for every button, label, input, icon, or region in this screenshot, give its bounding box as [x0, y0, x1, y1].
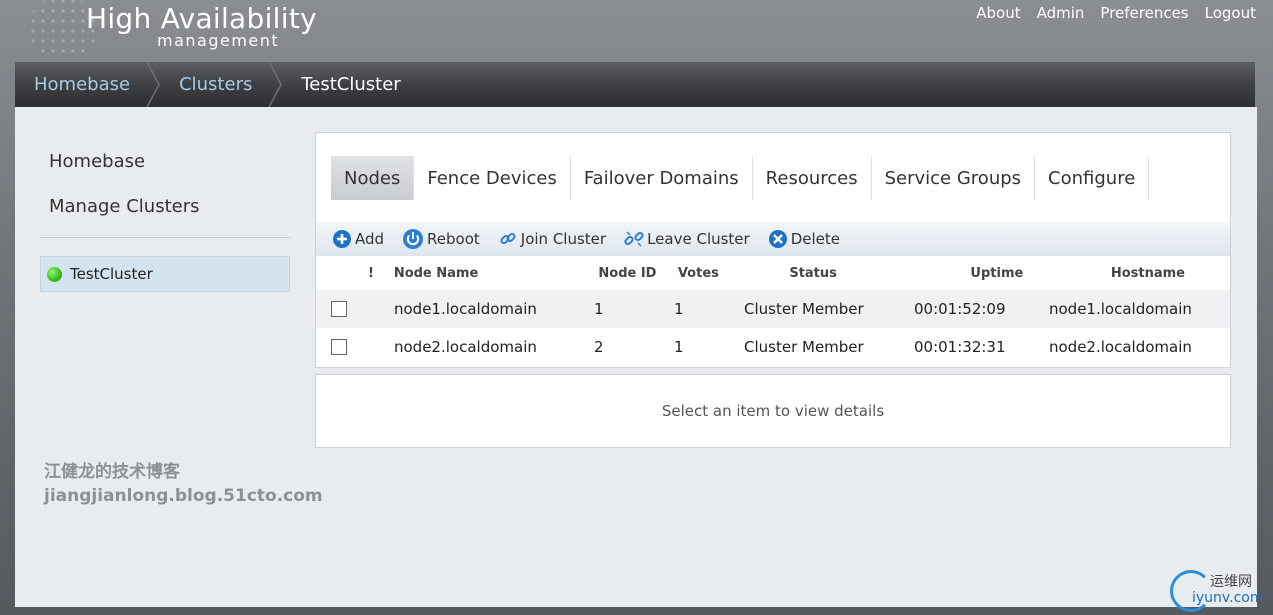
add-icon: [333, 230, 351, 248]
header-node-id[interactable]: Node ID: [592, 266, 677, 281]
header-hostname[interactable]: Hostname: [1051, 266, 1230, 281]
reboot-button[interactable]: Reboot: [402, 228, 480, 250]
join-cluster-label: Join Cluster: [520, 230, 607, 248]
row-check-cell: [316, 339, 394, 355]
app-logo: High Availability management: [18, 0, 318, 60]
header-node-name[interactable]: Node Name: [394, 266, 593, 281]
top-nav: About Admin Preferences Logout: [976, 4, 1256, 22]
sidebar-item-homebase[interactable]: Homebase: [40, 147, 290, 176]
cell-status: Cluster Member: [744, 300, 864, 318]
header-votes[interactable]: Votes: [678, 266, 748, 281]
tab-fence-devices[interactable]: Fence Devices: [414, 156, 571, 200]
details-placeholder: Select an item to view details: [661, 402, 885, 420]
main-area: Homebase Manage Clusters TestCluster 江健龙…: [15, 107, 1257, 607]
table-header: ! Node Name Node ID Votes Status Uptime …: [316, 256, 1230, 290]
delete-label: Delete: [790, 230, 841, 248]
cell-node-name: node1.localdomain: [394, 300, 537, 318]
cell-status: Cluster Member: [744, 338, 864, 356]
add-label: Add: [355, 230, 385, 248]
join-cluster-button[interactable]: Join Cluster: [498, 229, 606, 249]
toolbar: Add Reboot Join Cluster Leave Cluster De…: [316, 222, 1230, 256]
breadcrumb-label: Homebase: [34, 74, 131, 95]
breadcrumb-homebase[interactable]: Homebase: [15, 62, 160, 107]
delete-icon: [768, 230, 787, 248]
brand-en: iyunv.com: [1192, 590, 1264, 606]
reboot-label: Reboot: [427, 230, 480, 248]
delete-button[interactable]: Delete: [768, 229, 840, 249]
cluster-name: TestCluster: [70, 265, 153, 283]
tab-service-groups[interactable]: Service Groups: [872, 156, 1036, 200]
leave-cluster-label: Leave Cluster: [647, 230, 750, 248]
cell-node-id: 1: [594, 300, 604, 318]
header-uptime[interactable]: Uptime: [916, 266, 1050, 281]
watermark-url: jiangjianlong.blog.51cto.com: [44, 486, 323, 506]
cell-uptime: 00:01:32:31: [914, 338, 1006, 356]
logo-subtitle: management: [157, 31, 280, 50]
cell-node-id: 2: [594, 338, 604, 356]
sidebar-item-manage-clusters[interactable]: Manage Clusters: [40, 192, 290, 221]
breadcrumb-clusters[interactable]: Clusters: [160, 62, 283, 107]
sidebar-divider: [40, 237, 290, 238]
sidebar: Homebase Manage Clusters TestCluster: [40, 147, 290, 292]
cell-votes: 1: [674, 300, 684, 318]
chevron-right-icon: [146, 62, 160, 107]
leave-cluster-button[interactable]: Leave Cluster: [624, 229, 750, 249]
details-panel: Select an item to view details: [315, 374, 1231, 448]
cell-hostname: node1.localdomain: [1049, 300, 1192, 318]
nav-admin[interactable]: Admin: [1037, 4, 1085, 22]
cell-uptime: 00:01:52:09: [914, 300, 1006, 318]
breadcrumb-current: TestCluster: [301, 74, 401, 95]
tab-resources[interactable]: Resources: [753, 156, 872, 200]
breadcrumb: Homebase Clusters TestCluster: [15, 62, 1255, 107]
header-status-flag: !: [368, 265, 374, 281]
tab-bar: Nodes Fence Devices Failover Domains Res…: [331, 156, 1150, 200]
row-check-cell: [316, 301, 394, 317]
tab-nodes[interactable]: Nodes: [331, 156, 415, 200]
table-row[interactable]: node2.localdomain 2 1 Cluster Member 00:…: [316, 328, 1230, 366]
nodes-panel: Nodes Fence Devices Failover Domains Res…: [315, 132, 1231, 368]
cell-votes: 1: [674, 338, 684, 356]
row-checkbox[interactable]: [331, 339, 347, 355]
cell-hostname: node2.localdomain: [1049, 338, 1192, 356]
breadcrumb-label: Clusters: [179, 74, 253, 95]
brand-cn: 运维网: [1210, 574, 1252, 590]
chevron-right-icon: [268, 62, 283, 107]
link-icon: [500, 232, 516, 245]
nav-preferences[interactable]: Preferences: [1100, 4, 1188, 22]
table-row[interactable]: node1.localdomain 1 1 Cluster Member 00:…: [316, 290, 1230, 328]
add-button[interactable]: Add: [332, 229, 384, 249]
sidebar-item-testcluster[interactable]: TestCluster: [40, 256, 290, 292]
watermark-cn: 江健龙的技术博客: [44, 462, 180, 482]
nodes-table: ! Node Name Node ID Votes Status Uptime …: [316, 256, 1230, 366]
cell-node-name: node2.localdomain: [394, 338, 537, 356]
row-checkbox[interactable]: [331, 301, 347, 317]
unlink-icon: [624, 231, 644, 247]
tab-configure[interactable]: Configure: [1035, 156, 1150, 200]
tab-failover-domains[interactable]: Failover Domains: [571, 156, 753, 200]
header-status[interactable]: Status: [747, 266, 916, 281]
status-ok-icon: [47, 266, 62, 282]
nav-logout[interactable]: Logout: [1205, 4, 1256, 22]
brand-watermark: 运维网 iyunv.com: [1170, 570, 1270, 612]
nav-about[interactable]: About: [976, 4, 1020, 22]
power-icon: [403, 229, 424, 249]
